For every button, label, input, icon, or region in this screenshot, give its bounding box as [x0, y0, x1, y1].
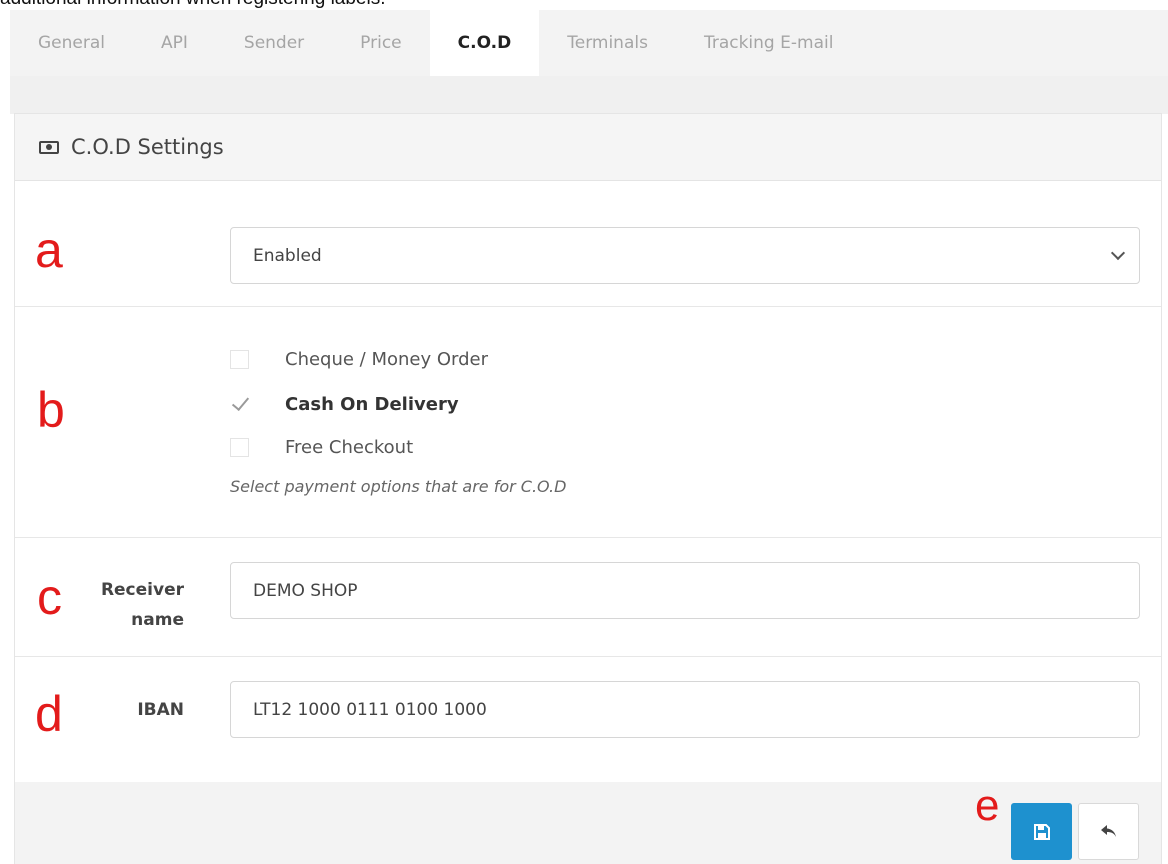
iban-label: IBAN [137, 700, 184, 720]
money-icon [39, 140, 59, 154]
iban-row: d IBAN LT12 1000 0111 0100 1000 [15, 657, 1161, 782]
marker-a: a [35, 222, 63, 278]
reply-icon [1100, 824, 1116, 837]
tab-sender[interactable]: Sender [216, 10, 332, 76]
cod-status-select[interactable]: Enabled [230, 227, 1140, 284]
save-button[interactable] [1011, 803, 1072, 860]
caption-text: additional information when registering … [0, 0, 1168, 10]
tab-cod[interactable]: C.O.D [429, 10, 540, 76]
cod-checkbox[interactable] [230, 395, 249, 414]
cheque-checkbox[interactable] [230, 350, 249, 369]
option-cheque: Cheque / Money Order [230, 349, 488, 370]
free-checkout-label: Free Checkout [285, 437, 414, 458]
back-button[interactable] [1078, 803, 1139, 860]
option-free-checkout: Free Checkout [230, 437, 413, 458]
receiver-label: Receiver name [75, 575, 184, 635]
save-icon [1033, 823, 1050, 840]
marker-d: d [35, 686, 63, 742]
status-row: a Enabled [15, 181, 1161, 307]
receiver-label-line2: name [131, 610, 184, 630]
panel-heading: C.O.D Settings [15, 114, 1161, 181]
panel-title: C.O.D Settings [71, 135, 224, 159]
receiver-label-line1: Receiver [100, 580, 184, 600]
payment-options-row: b Cheque / Money Order Cash On Delivery … [15, 307, 1161, 538]
iban-input[interactable]: LT12 1000 0111 0100 1000 [230, 681, 1140, 738]
marker-b: b [37, 382, 65, 438]
marker-e: e [975, 781, 1000, 830]
payment-options-help: Select payment options that are for C.O.… [230, 477, 567, 496]
receiver-row: c Receiver name DEMO SHOP [15, 538, 1161, 657]
option-cod: Cash On Delivery [230, 394, 459, 415]
tab-content-band [10, 76, 1168, 114]
cod-label: Cash On Delivery [285, 394, 459, 415]
free-checkout-checkbox[interactable] [230, 438, 249, 457]
tab-general[interactable]: General [10, 10, 133, 76]
receiver-name-input[interactable]: DEMO SHOP [230, 562, 1140, 619]
settings-tabs: General API Sender Price C.O.D Terminals… [10, 10, 1168, 76]
tab-price[interactable]: Price [332, 10, 429, 76]
cod-status-value: Enabled [253, 245, 322, 266]
tab-terminals[interactable]: Terminals [539, 10, 676, 76]
marker-c: c [37, 569, 62, 625]
cheque-label: Cheque / Money Order [285, 349, 489, 370]
cod-settings-panel: C.O.D Settings a Enabled b Cheque / Mone… [14, 113, 1162, 864]
tab-tracking-email[interactable]: Tracking E-mail [676, 10, 861, 76]
chevron-down-icon [1110, 245, 1126, 261]
panel-footer: e [15, 782, 1161, 864]
tab-api[interactable]: API [133, 10, 216, 76]
